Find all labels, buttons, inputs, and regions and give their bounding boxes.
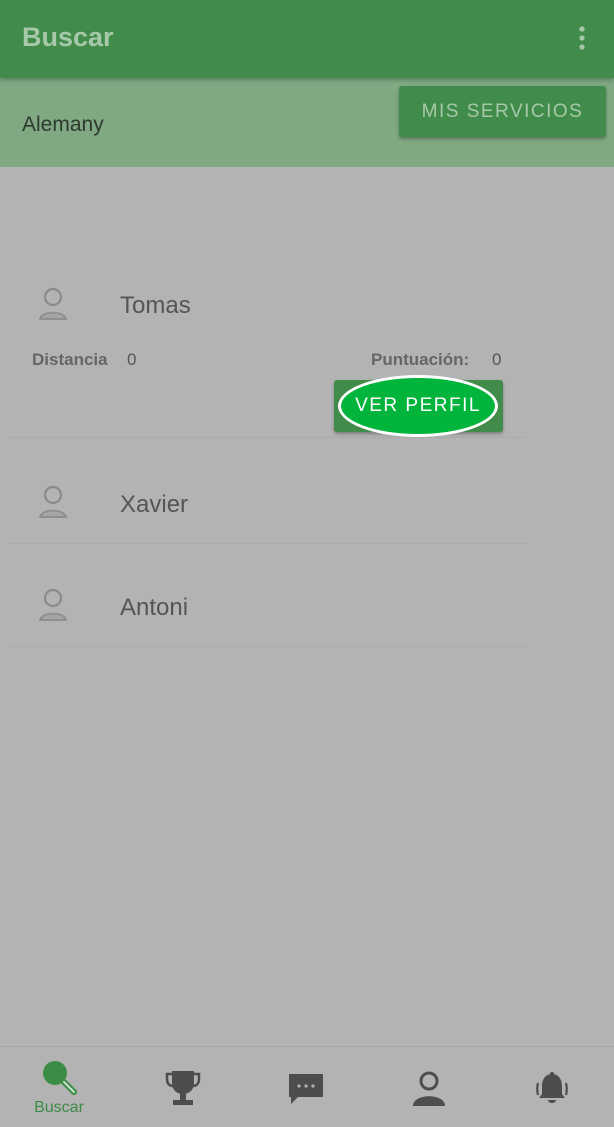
- nav-item-buscar[interactable]: Buscar: [0, 1047, 122, 1127]
- location-bar: Alemany MIS SERVICIOS: [0, 78, 614, 167]
- nav-item-trophy[interactable]: [122, 1047, 244, 1127]
- nav-item-notifications[interactable]: [490, 1047, 612, 1127]
- page-title: Buscar: [22, 22, 114, 52]
- app-bar: Buscar: [0, 0, 614, 78]
- list-item[interactable]: Antoni: [10, 564, 526, 647]
- chat-icon: [288, 1073, 324, 1110]
- mis-servicios-button[interactable]: MIS SERVICIOS: [399, 86, 606, 137]
- person-icon: [38, 287, 68, 321]
- list-item[interactable]: Xavier: [10, 461, 526, 544]
- person-icon: [412, 1071, 446, 1112]
- distance-value: 0: [127, 350, 137, 369]
- person-icon: [38, 588, 68, 622]
- nav-label-buscar: Buscar: [34, 1099, 84, 1116]
- bottom-navigation: Buscar: [0, 1046, 614, 1127]
- search-icon: [41, 1059, 77, 1100]
- trophy-icon: [165, 1069, 201, 1112]
- distance-label: Distancia: [32, 350, 108, 369]
- more-vert-icon[interactable]: [570, 24, 594, 52]
- nav-item-profile[interactable]: [367, 1047, 489, 1127]
- person-icon: [38, 485, 68, 519]
- score-value: 0: [492, 350, 502, 369]
- result-name: Tomas: [120, 292, 191, 319]
- result-name: Xavier: [120, 491, 189, 518]
- result-name: Antoni: [120, 594, 189, 621]
- bell-icon: [534, 1071, 570, 1112]
- score-label: Puntuación:: [371, 350, 470, 369]
- location-label: Alemany: [22, 113, 104, 136]
- list-item[interactable]: Tomas Distancia 0 Puntuación: 0 VER PERF…: [10, 265, 526, 438]
- nav-item-chat[interactable]: [245, 1047, 367, 1127]
- ver-perfil-button[interactable]: VER PERFIL: [334, 375, 503, 437]
- ver-perfil-label[interactable]: VER PERFIL: [338, 375, 498, 437]
